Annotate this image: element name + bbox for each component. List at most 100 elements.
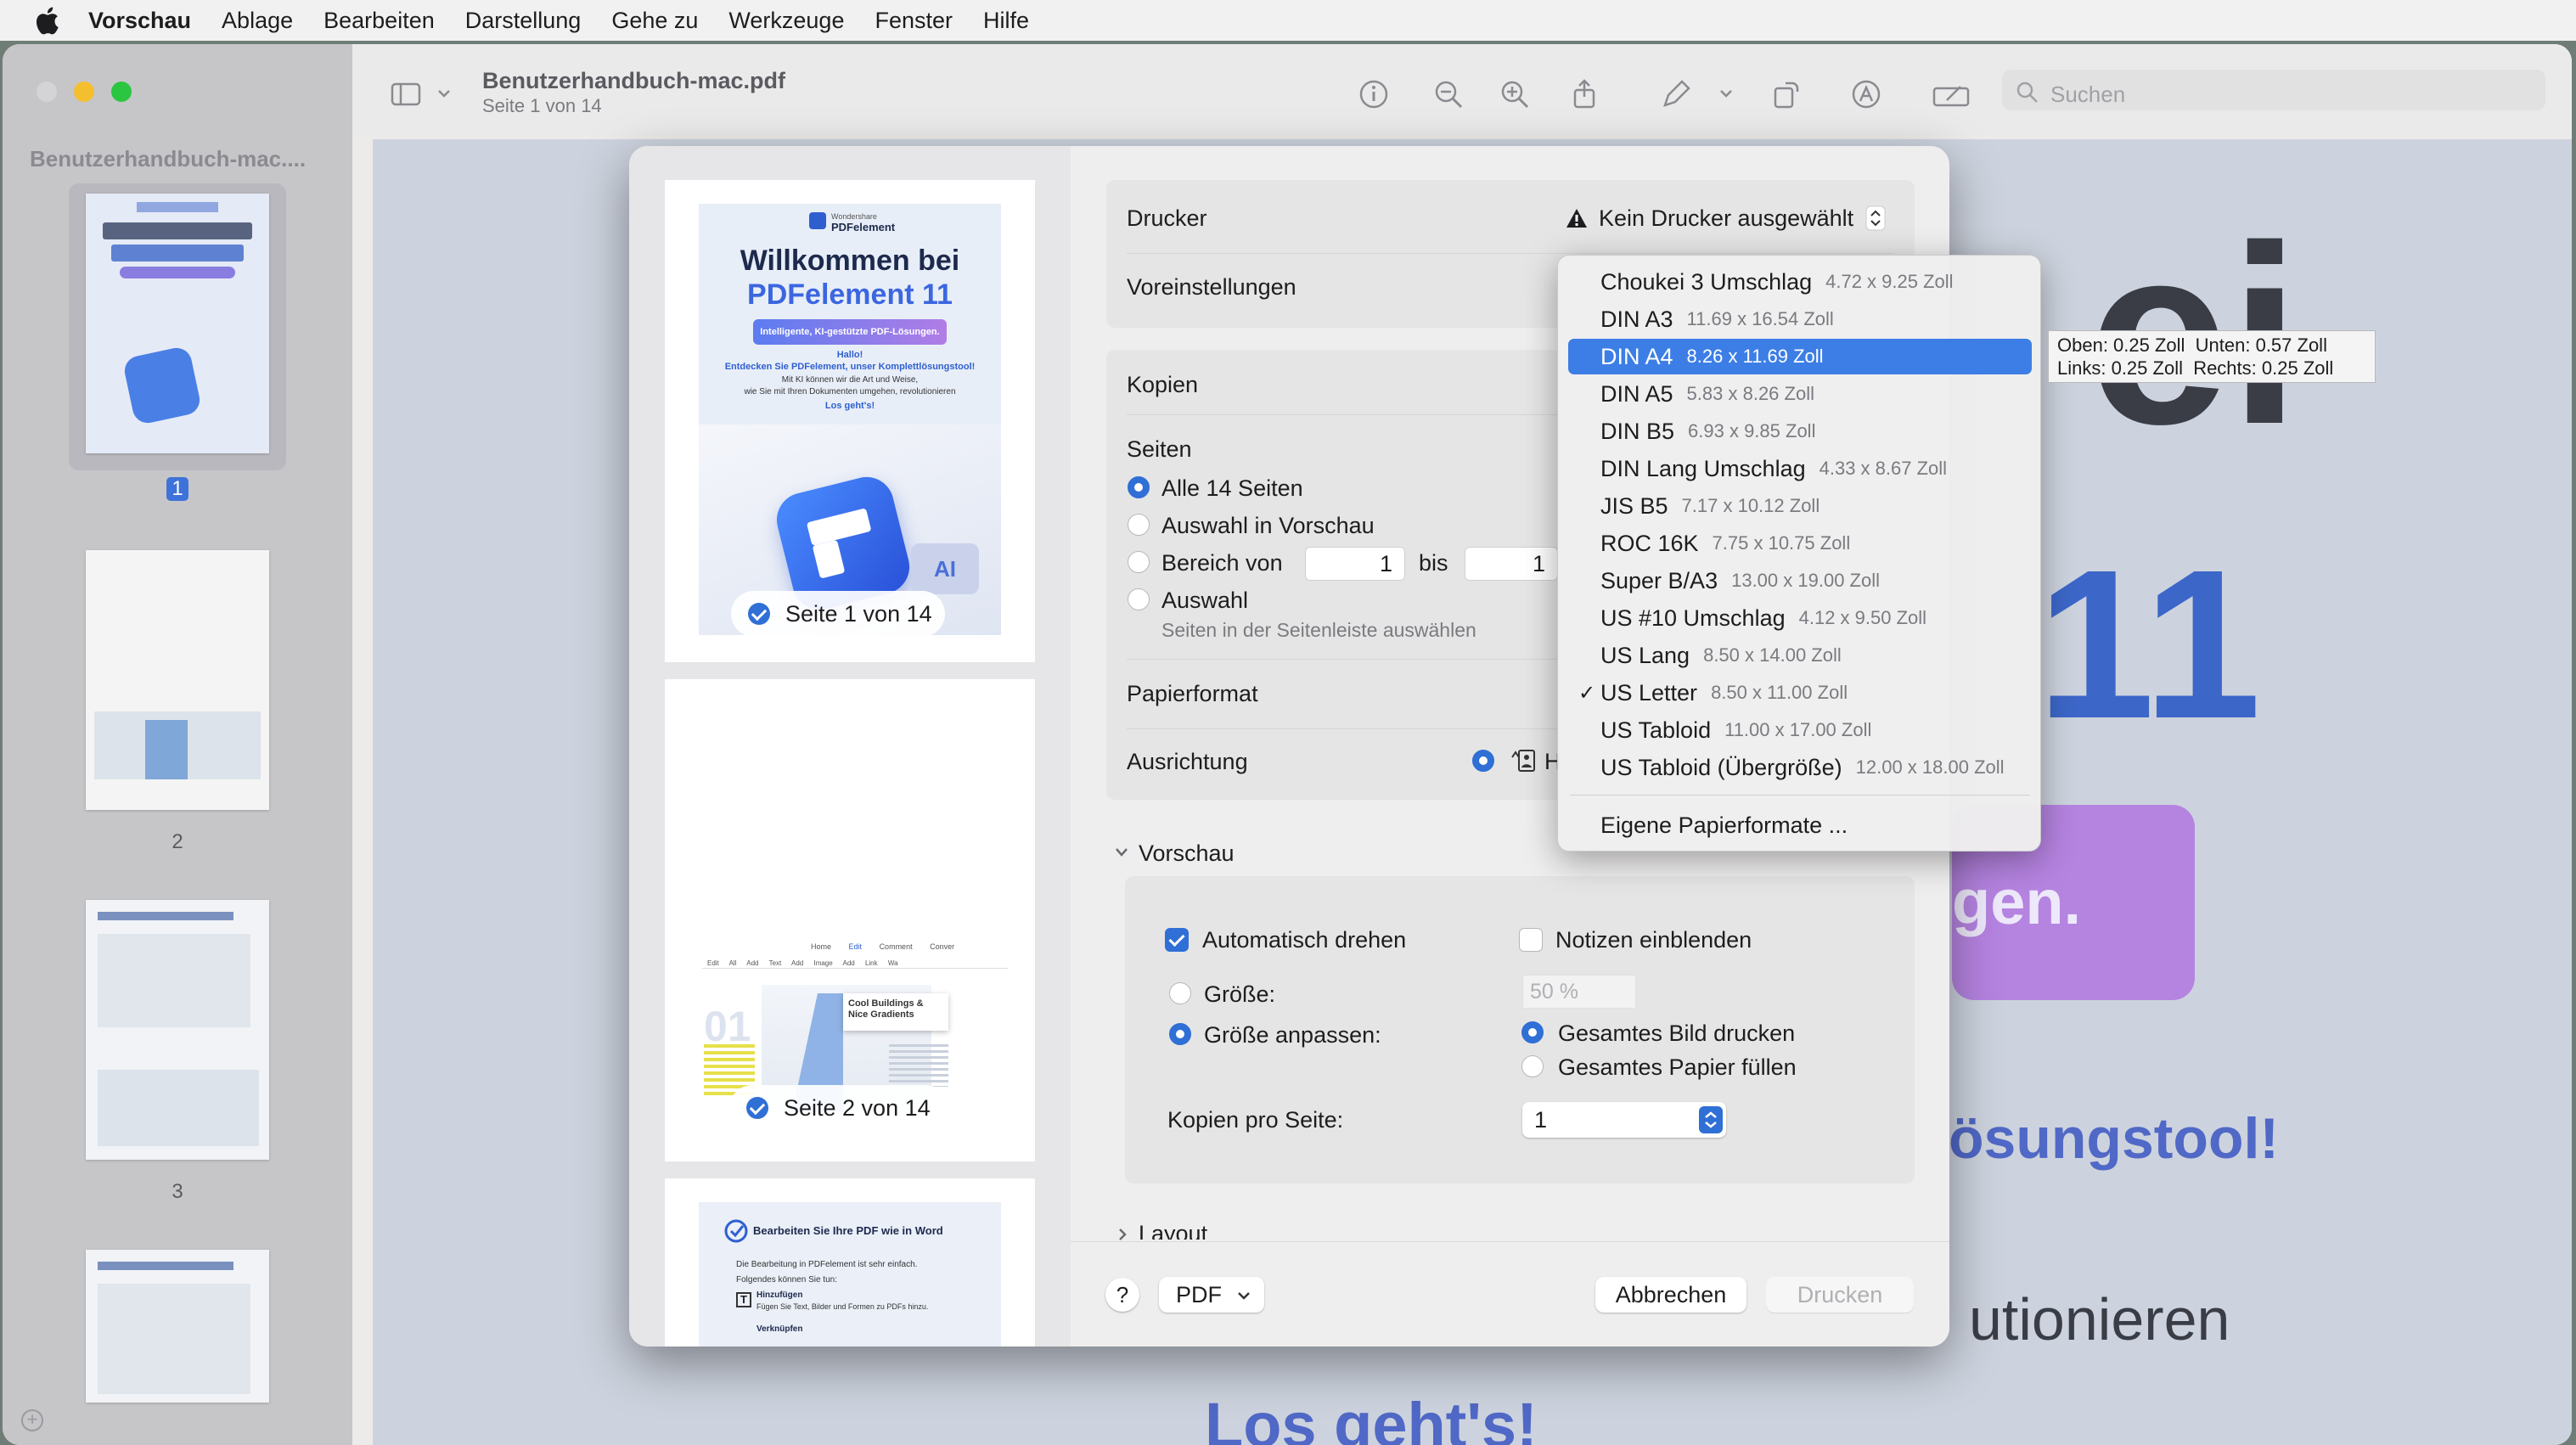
preview-page-3[interactable]: Bearbeiten Sie Ihre PDF wie in Word Die … — [665, 1178, 1035, 1347]
sidebar-title: Benutzerhandbuch-mac.... — [30, 146, 307, 171]
paper-size-name: US #10 Umschlag — [1600, 604, 1786, 631]
paper-size-name: JIS B5 — [1600, 492, 1668, 519]
copies-label: Kopien — [1127, 372, 1199, 397]
menu-item-paper-size[interactable]: DIN A4 8.26 x 11.69 Zoll — [1568, 339, 2032, 374]
preview-page-2-tools: Edit All Add Text Add Image Add Link Wa — [707, 959, 898, 967]
thumb-text-block — [98, 934, 250, 1027]
annotate-icon[interactable] — [1850, 78, 1882, 110]
markup-pen-icon[interactable] — [1660, 78, 1692, 110]
menu-item-paper-size[interactable]: DIN B5 6.93 x 9.85 Zoll — [1568, 413, 2032, 449]
menu-darstellung[interactable]: Darstellung — [465, 8, 582, 34]
orientation-portrait-radio[interactable] — [1472, 750, 1494, 772]
menu-item-paper-size[interactable]: JIS B5 7.17 x 10.12 Zoll — [1568, 488, 2032, 524]
chevron-down-icon[interactable] — [1719, 88, 1733, 98]
menu-hilfe[interactable]: Hilfe — [983, 8, 1029, 34]
sidebar-thumb-page-2[interactable] — [86, 550, 269, 810]
show-notes-checkbox[interactable] — [1519, 928, 1543, 952]
updown-chevron-icon[interactable] — [1865, 205, 1886, 231]
pdf-menu-button[interactable]: PDF — [1159, 1277, 1264, 1313]
pages-selection-radio[interactable] — [1128, 588, 1150, 610]
printer-label: Drucker — [1127, 205, 1207, 231]
preview-section-title[interactable]: Vorschau — [1139, 841, 1235, 867]
pages-all-label: Alle 14 Seiten — [1161, 475, 1303, 501]
printer-value[interactable]: Kein Drucker ausgewählt — [1599, 205, 1853, 232]
orientation-label: Ausrichtung — [1127, 749, 1248, 774]
menu-vorschau[interactable]: Vorschau — [88, 8, 191, 34]
menu-item-paper-size[interactable]: US Tabloid 11.00 x 17.00 Zoll — [1568, 712, 2032, 748]
preview-page-1-badge[interactable]: Seite 1 von 14 — [731, 591, 945, 637]
preview-page-2-badge[interactable]: Seite 2 von 14 — [729, 1085, 948, 1131]
size-percentage-field[interactable]: 50 % — [1522, 975, 1636, 1009]
pages-selection-preview-radio[interactable] — [1128, 514, 1150, 536]
preview-page-3-line2: Folgendes können Sie tun: — [736, 1275, 837, 1285]
menu-fenster[interactable]: Fenster — [875, 8, 953, 34]
menu-werkzeuge[interactable]: Werkzeuge — [728, 8, 844, 34]
menu-bearbeiten[interactable]: Bearbeiten — [323, 8, 435, 34]
preview-heading-1: Willkommen bei — [740, 245, 960, 277]
rotate-icon[interactable] — [1770, 78, 1803, 110]
sidebar-thumb-page-1[interactable] — [86, 194, 269, 453]
preview-page-1-content: Wondershare PDFelement Willkommen bei PD… — [699, 204, 1001, 635]
sidebar-thumb-page-4[interactable] — [86, 1250, 269, 1403]
preview-page-3-content: Bearbeiten Sie Ihre PDF wie in Word Die … — [699, 1202, 1001, 1347]
sidebar-thumb-page-3[interactable] — [86, 900, 269, 1160]
paper-size-dimensions: 5.83 x 8.26 Zoll — [1686, 383, 1814, 404]
pdfelement-logo-icon — [809, 212, 826, 229]
menu-item-paper-size[interactable]: DIN A3 11.69 x 16.54 Zoll — [1568, 301, 2032, 337]
minimize-window-button[interactable] — [74, 82, 94, 102]
disclosure-closed-icon[interactable] — [1116, 1226, 1128, 1243]
menu-item-paper-size[interactable]: Super B/A3 13.00 x 19.00 Zoll — [1568, 563, 2032, 599]
preview-page-2-tabs: Home Edit Comment Conver — [811, 942, 955, 951]
range-from-field[interactable]: 1 — [1305, 547, 1405, 581]
updown-chevron-icon[interactable] — [1699, 1106, 1723, 1133]
size-radio[interactable] — [1169, 982, 1191, 1004]
apple-icon[interactable] — [34, 6, 59, 35]
add-page-icon[interactable]: + — [21, 1409, 43, 1431]
disclosure-open-icon[interactable] — [1113, 846, 1130, 859]
menu-item-paper-size[interactable]: ROC 16K 7.75 x 10.75 Zoll — [1568, 526, 2032, 561]
pages-all-radio[interactable] — [1128, 476, 1150, 498]
print-entire-image-radio[interactable] — [1521, 1021, 1544, 1043]
zoom-window-button[interactable] — [111, 82, 132, 102]
info-icon[interactable] — [1358, 78, 1390, 110]
print-button[interactable]: Drucken — [1766, 1277, 1914, 1313]
menu-gehe-zu[interactable]: Gehe zu — [611, 8, 698, 34]
menu-item-paper-size[interactable]: US Lang 8.50 x 14.00 Zoll — [1568, 638, 2032, 673]
search-placeholder: Suchen — [2050, 82, 2126, 107]
menu-item-paper-size[interactable]: ✓ US Letter 8.50 x 11.00 Zoll — [1568, 675, 2032, 711]
close-window-button[interactable] — [37, 82, 57, 102]
layout-section-title[interactable]: Layout — [1139, 1221, 1207, 1240]
paper-size-dimensions: 8.26 x 11.69 Zoll — [1686, 346, 1824, 367]
preview-heading-2: PDFelement 11 — [747, 278, 953, 311]
copies-per-page-select[interactable]: 1 — [1522, 1102, 1726, 1138]
menu-item-custom-paper[interactable]: Eigene Papierformate ... — [1568, 807, 2032, 843]
paper-size-dimensions: 7.17 x 10.12 Zoll — [1681, 495, 1820, 516]
zoom-out-icon[interactable] — [1432, 78, 1465, 110]
show-notes-label: Notizen einblenden — [1555, 927, 1752, 953]
share-icon[interactable] — [1568, 78, 1600, 110]
chevron-down-icon — [1238, 1292, 1250, 1300]
menu-item-paper-size[interactable]: US Tabloid (Übergröße) 12.00 x 18.00 Zoll — [1568, 750, 2032, 785]
pages-range-radio[interactable] — [1128, 551, 1150, 573]
menu-ablage[interactable]: Ablage — [222, 8, 293, 34]
fill-entire-paper-radio[interactable] — [1521, 1055, 1544, 1077]
auto-rotate-checkbox[interactable] — [1165, 928, 1189, 952]
range-to-field[interactable]: 1 — [1465, 547, 1558, 581]
pages-selection-label: Auswahl — [1161, 588, 1249, 613]
form-fill-icon[interactable] — [1932, 78, 1971, 110]
menu-item-paper-size[interactable]: DIN Lang Umschlag 4.33 x 8.67 Zoll — [1568, 451, 2032, 486]
help-button[interactable]: ? — [1105, 1278, 1139, 1312]
zoom-in-icon[interactable] — [1499, 78, 1531, 110]
sidebar: Benutzerhandbuch-mac.... 1 2 3 + — [3, 44, 352, 1445]
sidebar-toggle-icon[interactable] — [390, 78, 422, 110]
chevron-down-icon[interactable] — [437, 88, 451, 98]
preview-page-1[interactable]: Wondershare PDFelement Willkommen bei PD… — [665, 180, 1035, 662]
menu-item-paper-size[interactable]: Choukei 3 Umschlag 4.72 x 9.25 Zoll — [1568, 264, 2032, 300]
menu-item-paper-size[interactable]: US #10 Umschlag 4.12 x 9.50 Zoll — [1568, 600, 2032, 636]
cancel-button[interactable]: Abbrechen — [1595, 1277, 1746, 1313]
pdf-button-label: PDF — [1176, 1282, 1222, 1307]
menu-item-paper-size[interactable]: DIN A5 5.83 x 8.26 Zoll — [1568, 376, 2032, 412]
preview-page-2[interactable]: Home Edit Comment Conver Edit All Add Te… — [665, 679, 1035, 1161]
paper-size-name: DIN Lang Umschlag — [1600, 455, 1806, 481]
scale-to-fit-radio[interactable] — [1169, 1023, 1191, 1045]
